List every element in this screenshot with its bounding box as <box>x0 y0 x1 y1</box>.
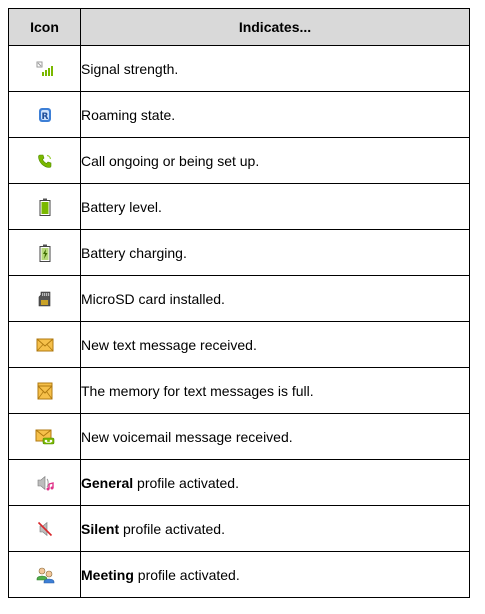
row-description: Meeting profile activated. <box>80 551 470 598</box>
table-row: R Roaming state. <box>8 91 470 138</box>
row-description: Silent profile activated. <box>80 505 470 552</box>
table-row: New voicemail message received. <box>8 413 470 460</box>
message-full-icon <box>37 382 52 399</box>
voicemail-icon <box>35 429 54 444</box>
row-description: Battery level. <box>80 183 470 230</box>
microsd-icon <box>38 291 50 306</box>
table-row: Call ongoing or being set up. <box>8 137 470 184</box>
row-description: General profile activated. <box>80 459 470 506</box>
row-description: MicroSD card installed. <box>80 275 470 322</box>
battery-charging-icon <box>39 244 50 262</box>
row-description: New text message received. <box>80 321 470 368</box>
table-row: The memory for text messages is full. <box>8 367 470 414</box>
signal-strength-icon <box>36 61 53 76</box>
table-row: Meeting profile activated. <box>8 551 470 598</box>
message-icon <box>36 338 53 351</box>
table-row: Silent profile activated. <box>8 505 470 552</box>
roaming-icon: R <box>38 107 51 122</box>
row-description: Roaming state. <box>80 91 470 138</box>
table-row: MicroSD card installed. <box>8 275 470 322</box>
svg-text:R: R <box>41 112 48 122</box>
general-profile-icon <box>37 475 54 490</box>
row-description: Signal strength. <box>80 45 470 92</box>
silent-profile-icon <box>37 521 52 536</box>
table-row: New text message received. <box>8 321 470 368</box>
table-row: General profile activated. <box>8 459 470 506</box>
header-icon: Icon <box>8 8 81 46</box>
table-row: Battery charging. <box>8 229 470 276</box>
header-row: Icon Indicates... <box>8 8 470 46</box>
table-row: Battery level. <box>8 183 470 230</box>
row-description: Battery charging. <box>80 229 470 276</box>
call-icon <box>37 154 51 168</box>
row-description: New voicemail message received. <box>80 413 470 460</box>
meeting-profile-icon <box>36 567 54 583</box>
table-row: Signal strength. <box>8 45 470 92</box>
row-description: Call ongoing or being set up. <box>80 137 470 184</box>
row-description: The memory for text messages is full. <box>80 367 470 414</box>
icon-legend-table: Icon Indicates... Signal strength. R Roa… <box>8 8 470 598</box>
header-indicates: Indicates... <box>80 8 470 46</box>
battery-icon <box>39 198 50 216</box>
